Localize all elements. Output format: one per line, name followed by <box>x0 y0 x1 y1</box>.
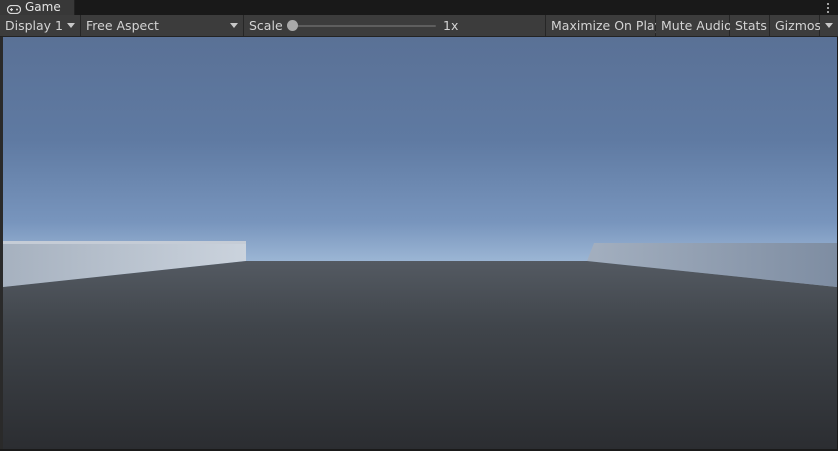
display-dropdown-label: Display 1 <box>5 18 64 33</box>
floor <box>3 261 837 449</box>
tab-bar: Game <box>0 0 838 15</box>
scale-value: 1x <box>443 18 459 33</box>
tab-game[interactable]: Game <box>0 0 75 15</box>
scale-slider-thumb[interactable] <box>287 20 298 31</box>
chevron-down-icon <box>230 23 238 28</box>
stats-label: Stats <box>735 18 767 33</box>
scale-control: Scale 1x <box>244 15 545 36</box>
scene-render <box>3 241 837 449</box>
display-dropdown[interactable]: Display 1 <box>0 15 81 36</box>
maximize-on-play-toggle[interactable]: Maximize On Play <box>545 15 662 36</box>
chevron-down-icon <box>825 23 833 28</box>
maximize-on-play-label: Maximize On Play <box>551 18 662 33</box>
scale-label: Scale <box>249 18 283 33</box>
game-viewport[interactable] <box>3 37 837 449</box>
mute-audio-toggle[interactable]: Mute Audio <box>656 15 732 36</box>
gamepad-icon <box>6 3 22 15</box>
gizmos-toggle[interactable]: Gizmos <box>770 15 822 36</box>
mute-audio-label: Mute Audio <box>661 18 732 33</box>
stats-toggle[interactable]: Stats <box>730 15 770 36</box>
gizmos-dropdown[interactable] <box>820 15 838 36</box>
chevron-down-icon <box>67 23 75 28</box>
aspect-dropdown[interactable]: Free Aspect <box>81 15 244 36</box>
left-wall-top <box>3 241 246 244</box>
aspect-dropdown-label: Free Aspect <box>86 18 159 33</box>
more-options-icon[interactable] <box>824 0 832 15</box>
scale-slider-track[interactable] <box>292 25 436 27</box>
gizmos-label: Gizmos <box>775 18 822 33</box>
tab-title: Game <box>25 0 61 14</box>
game-toolbar: Display 1 Free Aspect Scale 1x Maximize … <box>0 15 838 37</box>
